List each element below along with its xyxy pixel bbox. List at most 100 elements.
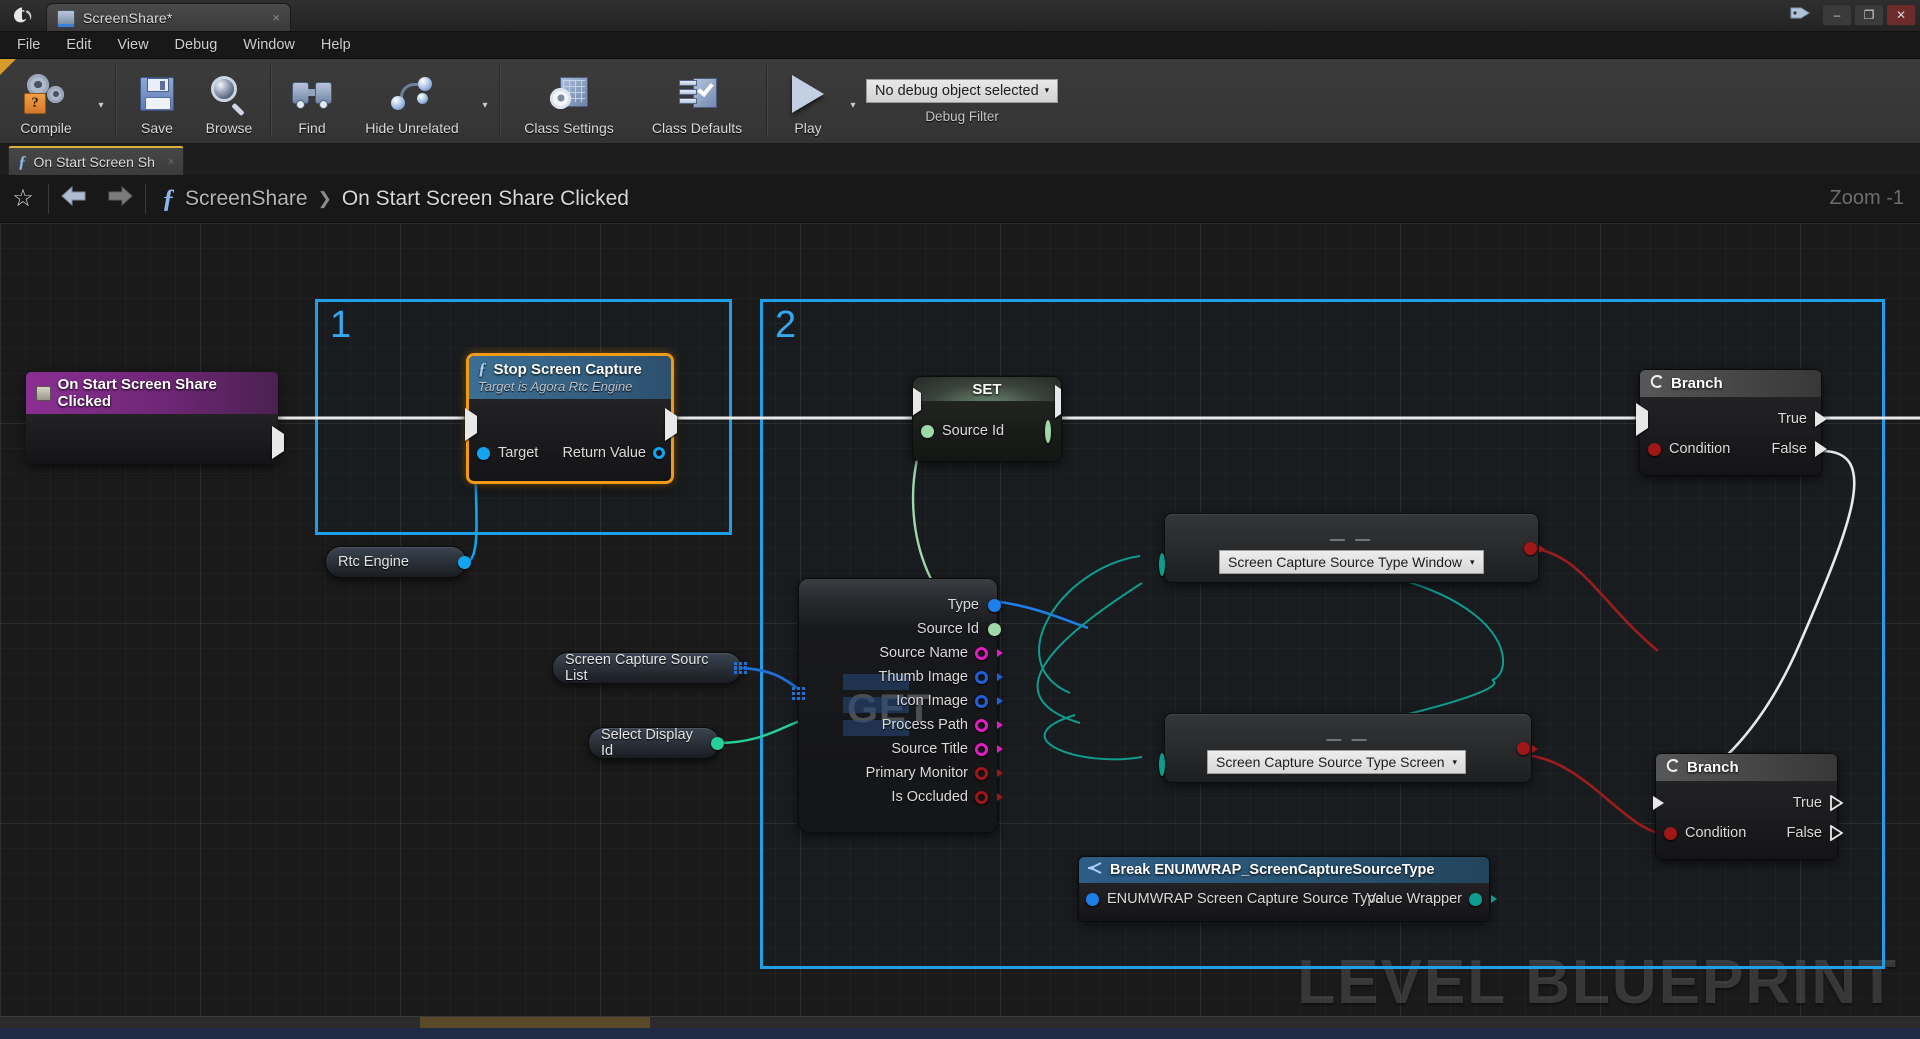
- node-rtc-engine-variable[interactable]: Rtc Engine: [325, 546, 471, 578]
- pin-enumwrap-in[interactable]: ENUMWRAP Screen Capture Source Type: [1086, 891, 1384, 907]
- node-pins: [1159, 553, 1165, 576]
- pin-result-out[interactable]: [1517, 742, 1538, 755]
- pin-source-id-in[interactable]: Source Id: [921, 423, 1004, 439]
- close-icon[interactable]: ×: [258, 11, 280, 24]
- navigate-forward-button[interactable]: [97, 175, 143, 223]
- enum-value-select-window[interactable]: Screen Capture Source Type Window ▾: [1219, 550, 1484, 574]
- pin-source-id-out[interactable]: Source Id: [803, 617, 1001, 641]
- blueprint-graph-canvas[interactable]: LEVEL BLUEPRINT 1 2 On Start Screen Shar…: [0, 223, 1920, 1028]
- compile-button[interactable]: ? Compile: [0, 59, 92, 143]
- pin-process-path-out[interactable]: Process Path: [803, 713, 1003, 737]
- menu-item-debug[interactable]: Debug: [162, 34, 231, 56]
- pin-thumb-image-out[interactable]: Thumb Image: [803, 665, 1003, 689]
- menu-bar: File Edit View Debug Window Help: [0, 32, 1920, 59]
- play-group: Play ▾ No debug object selected ▾ Debug …: [772, 59, 1059, 143]
- enum-value-select-screen[interactable]: Screen Capture Source Type Screen ▾: [1207, 750, 1467, 774]
- array-pin-icon[interactable]: [734, 661, 747, 675]
- pin-label: True: [1777, 411, 1807, 427]
- exec-pin-icon: [272, 426, 284, 459]
- pin-exec-out[interactable]: [1055, 385, 1061, 418]
- node-stop-screen-capture[interactable]: ƒ Stop Screen Capture Target is Agora Rt…: [465, 353, 677, 484]
- maximize-button[interactable]: ❐: [1854, 4, 1884, 26]
- pin-icon-image-out[interactable]: Icon Image: [803, 689, 1003, 713]
- zoom-level-label: Zoom -1: [1829, 187, 1904, 209]
- pin-source-id-out[interactable]: [1045, 420, 1051, 443]
- pin-exec-out[interactable]: [665, 408, 677, 441]
- class-defaults-button[interactable]: Class Defaults: [633, 59, 761, 143]
- pin-is-occluded-out[interactable]: Is Occluded: [803, 785, 1003, 809]
- play-dropdown-caret-icon[interactable]: ▾: [844, 59, 862, 143]
- pin-false-out[interactable]: False: [1787, 825, 1843, 841]
- node-branch-top[interactable]: Branch True Condition False: [1636, 369, 1827, 476]
- chevron-down-icon: ▾: [1452, 756, 1458, 767]
- class-settings-button[interactable]: Class Settings: [505, 59, 633, 143]
- pin-exec-in[interactable]: [913, 385, 921, 418]
- node-body: Source Id: [913, 385, 1061, 461]
- main-toolbar: ? Compile ▾ Save Browse Find Hide Unrela…: [0, 59, 1920, 144]
- pin-false-out[interactable]: False: [1772, 441, 1827, 457]
- pin-condition-in[interactable]: Condition: [1664, 825, 1746, 841]
- node-select-display-id-variable[interactable]: Select Display Id: [588, 727, 724, 759]
- find-button[interactable]: Find: [276, 59, 348, 143]
- menu-item-window[interactable]: Window: [230, 34, 308, 56]
- menu-item-help[interactable]: Help: [308, 34, 364, 56]
- pin-return-value-out[interactable]: Return Value: [562, 445, 665, 461]
- int-pin-icon[interactable]: [711, 736, 724, 750]
- pin-exec-out[interactable]: [272, 426, 284, 459]
- pin-primary-monitor-out[interactable]: Primary Monitor: [803, 761, 1003, 785]
- pin-true-out[interactable]: True: [1778, 411, 1827, 427]
- node-equal-enum-screen[interactable]: — — Screen Capture Source Type Screen ▾: [1159, 713, 1538, 783]
- pin-target-in[interactable]: Target: [477, 445, 538, 461]
- play-button[interactable]: Play: [772, 59, 844, 143]
- unreal-logo-icon: [0, 0, 46, 31]
- pin-source-name-out[interactable]: Source Name: [803, 641, 1003, 665]
- pin-condition-in[interactable]: Condition: [1648, 441, 1730, 457]
- pin-exec-in[interactable]: [1652, 795, 1665, 811]
- pin-exec-in[interactable]: [1636, 403, 1648, 436]
- binoculars-icon: [291, 71, 333, 117]
- chevron-right-icon: ❯: [317, 188, 332, 208]
- graph-group: Find Hide Unrelated ▾: [276, 59, 494, 143]
- pin-exec-in[interactable]: [465, 408, 477, 441]
- hide-unrelated-dropdown-caret-icon[interactable]: ▾: [476, 59, 494, 143]
- enum-pin-icon[interactable]: [1159, 553, 1165, 576]
- variable-label: Select Display Id: [601, 727, 693, 759]
- node-get-struct-members[interactable]: GET Type Source Id: [792, 578, 1003, 833]
- debug-object-select[interactable]: No debug object selected ▾: [866, 78, 1059, 103]
- breadcrumb-segment-graph[interactable]: On Start Screen Share Clicked: [342, 187, 629, 211]
- object-pin-icon[interactable]: [458, 555, 471, 569]
- node-equal-enum-window[interactable]: — — Screen Capture Source Type Window ▾: [1159, 513, 1545, 583]
- close-icon[interactable]: ×: [162, 156, 174, 168]
- navigate-back-button[interactable]: [51, 175, 97, 223]
- node-on-start-screen-share-clicked[interactable]: On Start Screen Share Clicked: [26, 372, 284, 464]
- node-title: SET: [972, 381, 1002, 398]
- node-screen-capture-source-list-variable[interactable]: Screen Capture Sourc List: [552, 652, 747, 684]
- document-tab-screenshare[interactable]: ScreenShare* ×: [46, 3, 291, 31]
- menu-item-edit[interactable]: Edit: [53, 34, 104, 56]
- node-break-enumwrap-screencapturesourcetype[interactable]: Break ENUMWRAP_ScreenCaptureSourceType E…: [1078, 856, 1497, 922]
- hide-unrelated-label: Hide Unrelated: [365, 119, 459, 136]
- exec-pin-icon: [1830, 795, 1843, 811]
- pin-value-wrapper-out[interactable]: Value Wrapper: [1367, 891, 1497, 907]
- minimize-button[interactable]: –: [1822, 4, 1852, 26]
- browse-button[interactable]: Browse: [193, 59, 265, 143]
- favorite-button[interactable]: ☆: [0, 175, 46, 223]
- node-set-source-id[interactable]: SET Source Id: [912, 376, 1062, 462]
- tab-on-start-screen-share[interactable]: ƒ On Start Screen Sh ×: [8, 146, 185, 175]
- class-defaults-label: Class Defaults: [651, 119, 743, 136]
- enum-pin-icon[interactable]: [1159, 753, 1165, 776]
- menu-item-view[interactable]: View: [104, 34, 161, 56]
- tag-icon[interactable]: [1790, 5, 1810, 26]
- pin-true-out[interactable]: True: [1793, 795, 1843, 811]
- pin-type-out[interactable]: Type: [803, 593, 1001, 617]
- hide-unrelated-button[interactable]: Hide Unrelated: [348, 59, 476, 143]
- pin-result-out[interactable]: [1524, 542, 1545, 555]
- node-branch-bottom[interactable]: Branch True Condition False: [1652, 753, 1843, 860]
- save-button[interactable]: Save: [121, 59, 193, 143]
- menu-item-file[interactable]: File: [4, 34, 53, 56]
- pin-source-title-out[interactable]: Source Title: [803, 737, 1003, 761]
- breadcrumb-segment-blueprint[interactable]: ScreenShare: [185, 187, 308, 211]
- close-button[interactable]: ✕: [1886, 4, 1916, 26]
- play-label: Play: [794, 119, 822, 136]
- compile-dropdown-caret-icon[interactable]: ▾: [92, 59, 110, 143]
